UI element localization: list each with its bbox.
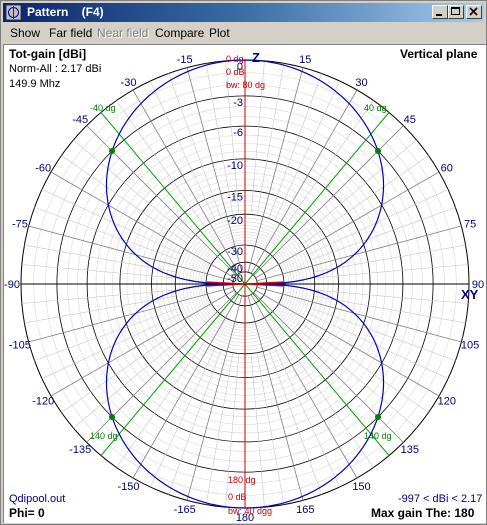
angle-tick-label: -120: [32, 396, 54, 408]
angle-tick-label: -165: [174, 504, 196, 516]
angle-tick-label: -15: [177, 54, 193, 66]
menu-near-field[interactable]: Near field: [97, 26, 148, 40]
angle-tick-label: 15: [299, 54, 311, 66]
minor-radial: [116, 341, 206, 468]
angle-tick-label: 30: [355, 77, 367, 89]
angle-tick-label: -150: [117, 481, 139, 493]
db-tick-label: -50: [227, 273, 243, 285]
bottom-db-label: 0 dB: [228, 492, 247, 502]
beam-marker: [109, 148, 115, 154]
minor-radial: [116, 100, 206, 227]
filename-label: Qdipool.out: [9, 493, 66, 505]
db-tick-label: -3: [233, 97, 243, 109]
maximize-icon: [451, 7, 460, 15]
menu-show[interactable]: Show: [10, 26, 40, 40]
radial-line: [253, 125, 404, 276]
menu-plot[interactable]: Plot: [209, 26, 230, 40]
close-icon: [469, 7, 478, 16]
menu-far-field[interactable]: Far field: [49, 26, 92, 40]
polar-plot: -15 15-30 30-45 45-60 60-75 75-90 90-105 105-12…: [4, 54, 484, 523]
db-tick-label: -6: [233, 127, 243, 139]
angle-tick-label: -30: [121, 77, 137, 89]
minimize-button[interactable]: [432, 5, 448, 19]
frequency-label: 149.9 Mhz: [9, 78, 61, 90]
max-gain-label: Max gain The: 180: [371, 506, 475, 520]
beam-lower-left-label: 140 dg: [90, 431, 118, 441]
radial-line: [86, 292, 237, 443]
db-tick-label: -15: [227, 192, 243, 204]
phi-label: Phi= 0: [9, 506, 45, 520]
menu-bar: Show Far field Near field Compare Plot: [3, 23, 484, 43]
db-tick-label: -10: [227, 160, 243, 172]
range-label: -997 < dBi < 2.17: [398, 493, 483, 505]
plane-label: Vertical plane: [400, 47, 478, 61]
top-db-label: 0 dB: [226, 67, 245, 77]
minor-radial: [61, 323, 188, 413]
top-bw-label: bw: 80 dg: [226, 80, 266, 90]
angle-tick-label: 105: [461, 339, 479, 351]
angle-tick-label: 135: [401, 444, 419, 456]
gain-title: Tot-gain [dBi]: [9, 47, 87, 61]
minor-radial: [284, 341, 374, 468]
radial-line: [86, 125, 237, 276]
minor-radial: [61, 155, 188, 245]
minor-radial: [302, 323, 429, 413]
angle-tick-label: 120: [438, 396, 456, 408]
angle-tick-label: -45: [72, 114, 88, 126]
close-button[interactable]: [466, 5, 482, 19]
app-icon[interactable]: [6, 5, 21, 20]
top-angle-label: 0 dg: [226, 54, 244, 64]
angle-tick-label: -90: [4, 279, 20, 291]
beam-marker: [375, 414, 381, 420]
pattern-window: Pattern (F4) Show Far field Near field C…: [0, 0, 487, 525]
xy-axis-label: XY: [461, 287, 479, 302]
angle-tick-label: 165: [296, 504, 314, 516]
radial-line: [253, 292, 404, 443]
beam-lower-right-label: 140 dg: [364, 431, 392, 441]
minor-radial: [284, 100, 374, 227]
minimize-icon: [436, 14, 442, 16]
angle-tick-label: -105: [9, 339, 31, 351]
menu-compare[interactable]: Compare: [155, 26, 204, 40]
beam-marker: [109, 414, 115, 420]
title-bar[interactable]: Pattern (F4): [3, 3, 484, 22]
bottom-bw-label: bw: 40 dgg: [228, 506, 273, 516]
angle-tick-label: -135: [69, 444, 91, 456]
db-tick-label: -30: [227, 246, 243, 258]
plot-area[interactable]: -15 15 -30 30 -45 45 -60 60 -75 75 -90 90 -105 105 -12…: [3, 44, 486, 523]
beam-upper-right-label: 40 dg: [364, 103, 387, 113]
norm-label: Norm-All : 2.17 dBi: [9, 63, 102, 75]
angle-tick-label: -75: [12, 219, 28, 231]
db-tick-label: -20: [227, 215, 243, 227]
window-title: Pattern (F4): [27, 5, 104, 19]
angle-tick-label: 45: [404, 114, 416, 126]
bottom-angle-label: 180 dg: [228, 475, 256, 485]
angle-tick-label: 75: [464, 219, 476, 231]
angle-tick-label: 150: [352, 481, 370, 493]
angle-tick-label: -60: [35, 163, 51, 175]
beam-marker: [375, 148, 381, 154]
angle-tick-label: 60: [441, 163, 453, 175]
beam-upper-left-label: -40 dg: [90, 103, 116, 113]
z-axis-label: Z: [252, 50, 260, 65]
maximize-button[interactable]: [448, 5, 464, 19]
minor-radial: [302, 155, 429, 245]
